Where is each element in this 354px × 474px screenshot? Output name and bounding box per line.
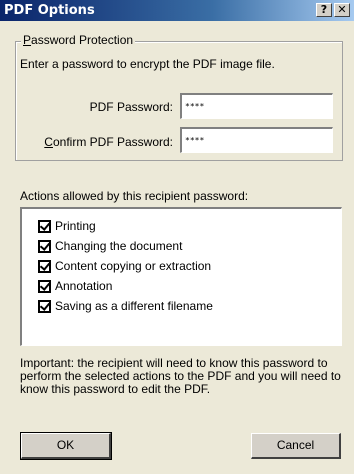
actions-label: Actions allowed by this recipient passwo… (20, 189, 249, 203)
action-label: Changing the document (55, 239, 183, 253)
action-label: Printing (55, 219, 96, 233)
password-instructions: Enter a password to encrypt the PDF imag… (20, 57, 275, 71)
action-content-copying[interactable]: Content copying or extraction (38, 256, 211, 276)
checkbox-checked-icon[interactable] (38, 219, 51, 233)
checkbox-checked-icon[interactable] (38, 299, 51, 313)
confirm-password-label: Confirm PDF Password: (44, 135, 173, 149)
password-protection-legend: Password Protection (21, 33, 136, 47)
checkbox-checked-icon[interactable] (38, 259, 51, 273)
action-label: Saving as a different filename (55, 299, 213, 313)
action-label: Annotation (55, 279, 113, 293)
action-annotation[interactable]: Annotation (38, 276, 112, 296)
window-title: PDF Options (4, 3, 95, 18)
action-printing[interactable]: Printing (38, 216, 96, 236)
action-changing-document[interactable]: Changing the document (38, 236, 182, 256)
actions-listbox[interactable]: Printing Changing the document Content c… (20, 207, 342, 346)
confirm-password-field[interactable] (180, 127, 333, 153)
title-bar: PDF Options ? ✕ (0, 0, 354, 21)
ok-button[interactable]: OK (20, 432, 112, 460)
pdf-password-field[interactable] (180, 93, 333, 119)
checkbox-checked-icon[interactable] (38, 279, 51, 293)
pdf-password-label: PDF Password: (89, 100, 173, 114)
cancel-button[interactable]: Cancel (251, 433, 341, 459)
action-label: Content copying or extraction (55, 259, 212, 273)
checkbox-checked-icon[interactable] (38, 239, 51, 253)
close-button[interactable]: ✕ (334, 3, 350, 17)
important-note: Important: the recipient will need to kn… (20, 356, 341, 396)
action-saving-filename[interactable]: Saving as a different filename (38, 296, 213, 316)
help-button[interactable]: ? (316, 3, 332, 17)
